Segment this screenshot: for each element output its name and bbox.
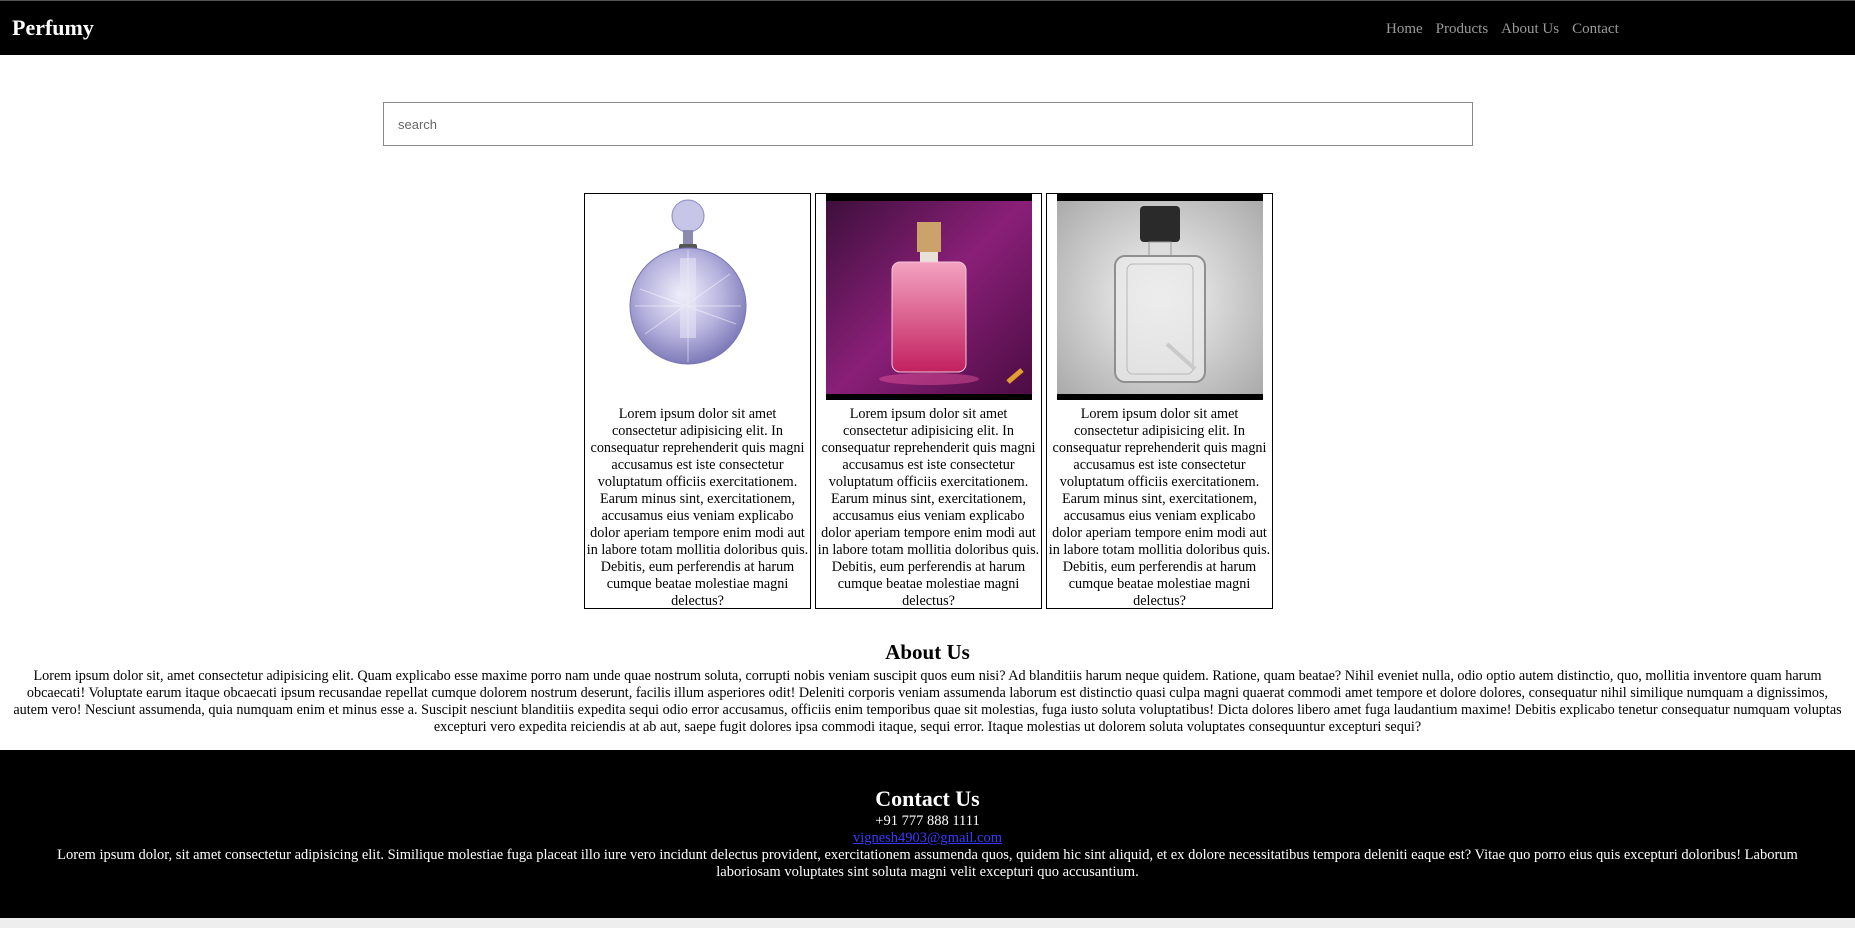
product-card[interactable]: Lorem ipsum dolor sit amet consectetur a… bbox=[584, 193, 811, 609]
product-grid: Lorem ipsum dolor sit amet consectetur a… bbox=[584, 193, 1273, 609]
product-card[interactable]: Lorem ipsum dolor sit amet consectetur a… bbox=[1046, 193, 1273, 609]
contact-phone: +91 777 888 1111 bbox=[875, 813, 980, 829]
about-text: Lorem ipsum dolor sit, amet consectetur … bbox=[13, 668, 1842, 735]
contact-email-link[interactable]: vignesh4903@gmail.com bbox=[0, 830, 1855, 847]
contact-footer: Contact Us +91 777 888 1111 vignesh4903@… bbox=[0, 750, 1855, 918]
contact-title: Contact Us bbox=[875, 786, 980, 811]
nav-contact-link[interactable]: Contact bbox=[1572, 21, 1619, 38]
nav-home-link[interactable]: Home bbox=[1386, 21, 1423, 38]
product-description: Lorem ipsum dolor sit amet consectetur a… bbox=[817, 406, 1040, 609]
about-title: About Us bbox=[885, 640, 970, 664]
clear-perfume-image bbox=[1056, 194, 1263, 400]
product-description: Lorem ipsum dolor sit amet consectetur a… bbox=[1048, 406, 1271, 609]
pink-perfume-image bbox=[825, 194, 1032, 400]
nav-about-link[interactable]: About Us bbox=[1501, 21, 1559, 38]
product-description: Lorem ipsum dolor sit amet consectetur a… bbox=[586, 406, 809, 609]
contact-text: Lorem ipsum dolor, sit amet consectetur … bbox=[57, 847, 1798, 880]
brand-logo[interactable]: Perfumy bbox=[12, 15, 94, 41]
page-bottom bbox=[0, 918, 1855, 928]
search-input[interactable] bbox=[383, 102, 1473, 146]
product-card[interactable]: Lorem ipsum dolor sit amet consectetur a… bbox=[815, 193, 1042, 609]
top-navbar: Perfumy Home Products About Us Contact bbox=[0, 0, 1855, 55]
main-nav: Home Products About Us Contact bbox=[1386, 21, 1619, 38]
crystal-perfume-image bbox=[594, 194, 801, 400]
nav-products-link[interactable]: Products bbox=[1436, 21, 1489, 38]
